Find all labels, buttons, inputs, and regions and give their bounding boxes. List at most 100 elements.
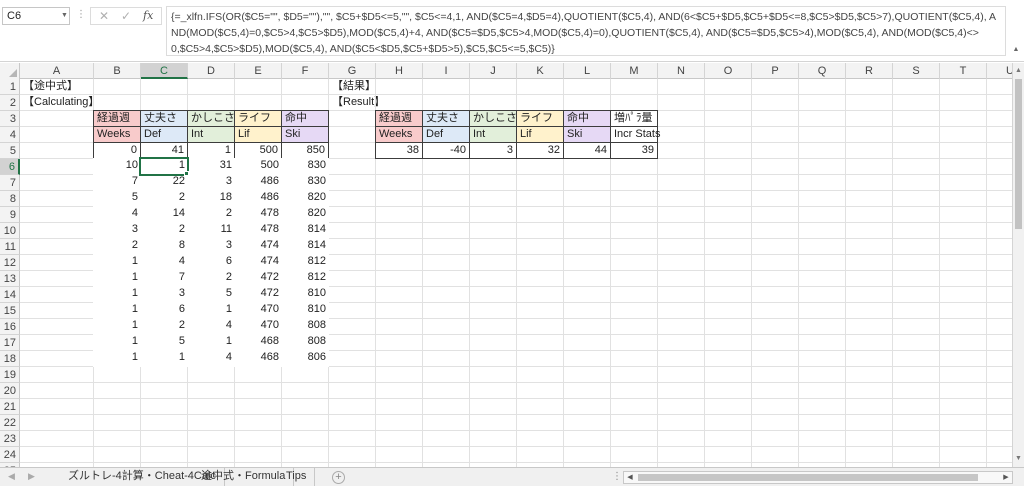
result-header-jp[interactable]: 経過週 — [375, 110, 423, 127]
calc-cell[interactable]: 41 — [140, 142, 188, 159]
calc-cell[interactable]: 1 — [140, 350, 188, 367]
result-header-en[interactable]: Def — [422, 126, 470, 143]
calc-cell[interactable]: 14 — [140, 206, 188, 223]
row-header-3[interactable]: 3 — [0, 111, 20, 127]
calc-cell[interactable]: 812 — [281, 270, 329, 287]
column-header-k[interactable]: K — [517, 63, 564, 79]
calc-cell[interactable]: 3 — [187, 238, 235, 255]
calc-cell[interactable]: 1 — [187, 142, 235, 159]
calc-cell[interactable]: 8 — [140, 238, 188, 255]
column-header-p[interactable]: P — [752, 63, 799, 79]
cancel-icon[interactable]: ✕ — [99, 9, 109, 23]
calc-cell[interactable]: 1 — [93, 334, 141, 351]
calc-header-jp[interactable]: 経過週 — [93, 110, 141, 127]
column-header-l[interactable]: L — [564, 63, 611, 79]
vertical-scroll-thumb[interactable] — [1015, 79, 1022, 229]
column-header-g[interactable]: G — [329, 63, 376, 79]
scroll-right-icon[interactable]: ▶ — [1000, 472, 1012, 483]
horizontal-scroll-thumb[interactable] — [638, 474, 978, 481]
column-header-s[interactable]: S — [893, 63, 940, 79]
calc-cell[interactable]: 2 — [93, 238, 141, 255]
collapse-formula-bar-icon[interactable]: ▲ — [1010, 46, 1022, 56]
calc-header-en[interactable]: Lif — [234, 126, 282, 143]
add-sheet-icon[interactable]: + — [332, 471, 345, 484]
row-header-5[interactable]: 5 — [0, 143, 20, 159]
row-header-4[interactable]: 4 — [0, 127, 20, 143]
calc-cell[interactable]: 814 — [281, 222, 329, 239]
horizontal-scrollbar[interactable]: ◀ ▶ — [623, 471, 1013, 484]
calc-cell[interactable]: 3 — [93, 222, 141, 239]
result-header-jp[interactable]: ライフ — [516, 110, 564, 127]
calc-cell[interactable]: 812 — [281, 254, 329, 271]
result-cell[interactable]: 38 — [375, 142, 423, 159]
calc-cell[interactable]: 470 — [234, 302, 282, 319]
result-header-jp[interactable]: 丈夫さ — [422, 110, 470, 127]
formula-input[interactable]: {=_xlfn.IFS(OR($C5="", $D5=""),"", $C5+$… — [166, 6, 1006, 56]
result-header-en[interactable]: Int — [469, 126, 517, 143]
calc-cell[interactable]: 6 — [140, 302, 188, 319]
column-header-m[interactable]: M — [611, 63, 658, 79]
calc-cell[interactable]: 4 — [93, 206, 141, 223]
row-header-24[interactable]: 24 — [0, 447, 20, 463]
row-header-6[interactable]: 6 — [0, 159, 20, 175]
calc-cell[interactable]: 474 — [234, 238, 282, 255]
calc-cell[interactable]: 0 — [93, 142, 141, 159]
name-box-dropdown-icon[interactable]: ▼ — [61, 12, 68, 19]
result-cell[interactable]: 3 — [469, 142, 517, 159]
calc-cell[interactable]: 6 — [187, 254, 235, 271]
calc-cell[interactable]: 2 — [140, 222, 188, 239]
column-header-u[interactable]: U — [987, 63, 1012, 79]
cell-a1-label[interactable]: 【途中式】 — [20, 79, 81, 95]
calc-cell[interactable]: 7 — [93, 174, 141, 191]
row-header-17[interactable]: 17 — [0, 335, 20, 351]
calc-cell[interactable]: 808 — [281, 318, 329, 335]
row-header-22[interactable]: 22 — [0, 415, 20, 431]
result-header-jp[interactable]: 命中 — [563, 110, 611, 127]
calc-cell[interactable]: 808 — [281, 334, 329, 351]
calc-cell[interactable]: 3 — [140, 286, 188, 303]
calc-cell[interactable]: 18 — [187, 190, 235, 207]
vertical-scrollbar[interactable]: ▲ ▼ — [1012, 63, 1024, 467]
calc-cell[interactable]: 31 — [187, 158, 235, 175]
tabs-more-icon[interactable]: ⋮ — [612, 471, 622, 482]
column-header-i[interactable]: I — [423, 63, 470, 79]
calc-cell[interactable]: 3 — [187, 174, 235, 191]
calc-cell[interactable]: 472 — [234, 270, 282, 287]
calc-cell[interactable]: 1 — [93, 350, 141, 367]
column-header-f[interactable]: F — [282, 63, 329, 79]
result-cell[interactable]: 39 — [610, 142, 658, 159]
calc-header-jp[interactable]: かしこさ — [187, 110, 235, 127]
calc-cell[interactable]: 1 — [93, 254, 141, 271]
calc-cell[interactable]: 810 — [281, 286, 329, 303]
calc-cell[interactable]: 22 — [140, 174, 188, 191]
calc-cell[interactable]: 1 — [93, 318, 141, 335]
row-header-15[interactable]: 15 — [0, 303, 20, 319]
select-all-button[interactable] — [0, 63, 20, 79]
row-header-18[interactable]: 18 — [0, 351, 20, 367]
prev-sheet-icon[interactable]: ◀ — [8, 471, 15, 482]
calc-cell[interactable]: 814 — [281, 238, 329, 255]
calc-cell[interactable]: 486 — [234, 174, 282, 191]
result-header-en[interactable]: Lif — [516, 126, 564, 143]
result-header-en[interactable]: Ski — [563, 126, 611, 143]
calc-cell[interactable]: 468 — [234, 334, 282, 351]
calc-cell[interactable]: 500 — [234, 142, 282, 159]
calc-cell[interactable]: 820 — [281, 190, 329, 207]
calc-cell[interactable]: 478 — [234, 206, 282, 223]
scroll-down-icon[interactable]: ▼ — [1013, 453, 1024, 465]
calc-cell[interactable]: 5 — [93, 190, 141, 207]
cell-g1-label[interactable]: 【結果】 — [329, 79, 379, 95]
calc-cell[interactable]: 11 — [187, 222, 235, 239]
calc-cell[interactable]: 1 — [93, 302, 141, 319]
row-header-10[interactable]: 10 — [0, 223, 20, 239]
column-header-o[interactable]: O — [705, 63, 752, 79]
row-header-23[interactable]: 23 — [0, 431, 20, 447]
calc-cell[interactable]: 10 — [93, 158, 141, 175]
calc-cell[interactable]: 4 — [187, 350, 235, 367]
calc-cell[interactable]: 830 — [281, 158, 329, 175]
row-header-14[interactable]: 14 — [0, 287, 20, 303]
calc-cell[interactable]: 2 — [140, 190, 188, 207]
calc-cell[interactable]: 4 — [140, 254, 188, 271]
row-header-8[interactable]: 8 — [0, 191, 20, 207]
calc-cell[interactable]: 2 — [187, 206, 235, 223]
